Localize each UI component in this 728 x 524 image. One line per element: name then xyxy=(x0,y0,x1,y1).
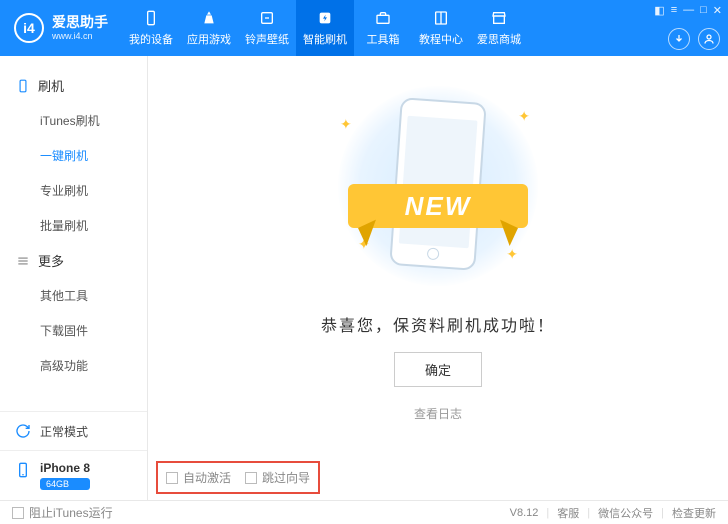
more-icon xyxy=(16,254,30,268)
wechat-link[interactable]: 微信公众号 xyxy=(598,505,653,521)
nav-my-device[interactable]: 我的设备 xyxy=(122,0,180,56)
device-pane[interactable]: iPhone 8 64GB xyxy=(0,450,147,500)
success-illustration: ✦ ✦ ✦ ✦ NEW xyxy=(328,86,548,286)
sidebar-item-batch-flash[interactable]: 批量刷机 xyxy=(0,208,147,243)
version-label: V8.12 xyxy=(510,507,539,519)
sidebar-item-other-tools[interactable]: 其他工具 xyxy=(0,278,147,313)
win-close-icon[interactable]: ✕ xyxy=(713,4,722,17)
checkbox-icon xyxy=(166,472,178,484)
mode-pane[interactable]: 正常模式 xyxy=(0,411,147,450)
device-icon xyxy=(16,79,30,93)
window-controls: ◧ ≡ — □ ✕ xyxy=(654,4,722,17)
content-area: ✦ ✦ ✦ ✦ NEW 恭喜您，保资料刷机成功啦！ 确定 查看日志 自动激活 跳… xyxy=(148,56,728,500)
brand-name: 爱思助手 xyxy=(52,14,108,31)
brand-url: www.i4.cn xyxy=(52,31,108,42)
music-icon xyxy=(258,9,276,27)
auto-activate-checkbox[interactable]: 自动激活 xyxy=(166,469,231,486)
book-icon xyxy=(432,9,450,27)
nav-tutorials[interactable]: 教程中心 xyxy=(412,0,470,56)
download-icon[interactable] xyxy=(668,28,690,50)
app-header: i4 爱思助手 www.i4.cn 我的设备 应用游戏 铃声壁纸 智能刷机 工具… xyxy=(0,0,728,56)
checkbox-icon xyxy=(245,472,257,484)
flash-options: 自动激活 跳过向导 xyxy=(156,461,320,494)
logo: i4 爱思助手 www.i4.cn xyxy=(0,13,122,43)
block-itunes-checkbox[interactable]: 阻止iTunes运行 xyxy=(12,504,113,521)
sidebar-item-oneclick-flash[interactable]: 一键刷机 xyxy=(0,138,147,173)
section-flash[interactable]: 刷机 xyxy=(0,68,147,103)
support-link[interactable]: 客服 xyxy=(557,505,579,521)
phone-icon xyxy=(142,9,160,27)
device-name: iPhone 8 xyxy=(40,461,90,475)
win-min-icon[interactable]: — xyxy=(683,4,694,17)
ribbon-new: NEW xyxy=(348,184,528,228)
user-icon[interactable] xyxy=(698,28,720,50)
status-bar: 阻止iTunes运行 V8.12 | 客服 | 微信公众号 | 检查更新 xyxy=(0,500,728,524)
sidebar-item-download-firmware[interactable]: 下载固件 xyxy=(0,313,147,348)
device-phone-icon xyxy=(14,461,32,479)
section-more[interactable]: 更多 xyxy=(0,243,147,278)
storage-badge: 64GB xyxy=(40,478,90,490)
win-skin-icon[interactable]: ◧ xyxy=(654,4,664,17)
ok-button[interactable]: 确定 xyxy=(394,352,482,387)
win-max-icon[interactable]: □ xyxy=(700,4,707,17)
store-icon xyxy=(490,9,508,27)
view-log-link[interactable]: 查看日志 xyxy=(148,405,728,422)
nav-store[interactable]: 爱思商城 xyxy=(470,0,528,56)
sidebar: 刷机 iTunes刷机 一键刷机 专业刷机 批量刷机 更多 其他工具 下载固件 … xyxy=(0,56,148,500)
logo-icon: i4 xyxy=(14,13,44,43)
mode-label: 正常模式 xyxy=(40,423,88,440)
refresh-icon xyxy=(14,422,32,440)
nav-flash[interactable]: 智能刷机 xyxy=(296,0,354,56)
win-menu-icon[interactable]: ≡ xyxy=(671,4,677,17)
apps-icon xyxy=(200,9,218,27)
update-link[interactable]: 检查更新 xyxy=(672,505,716,521)
sidebar-item-pro-flash[interactable]: 专业刷机 xyxy=(0,173,147,208)
sidebar-item-itunes-flash[interactable]: iTunes刷机 xyxy=(0,103,147,138)
sidebar-item-advanced[interactable]: 高级功能 xyxy=(0,348,147,383)
success-message: 恭喜您，保资料刷机成功啦！ xyxy=(148,312,728,336)
toolbox-icon xyxy=(374,9,392,27)
checkbox-icon xyxy=(12,507,24,519)
nav-ringtones[interactable]: 铃声壁纸 xyxy=(238,0,296,56)
nav-apps[interactable]: 应用游戏 xyxy=(180,0,238,56)
nav-toolbox[interactable]: 工具箱 xyxy=(354,0,412,56)
skip-guide-checkbox[interactable]: 跳过向导 xyxy=(245,469,310,486)
top-nav: 我的设备 应用游戏 铃声壁纸 智能刷机 工具箱 教程中心 爱思商城 xyxy=(122,0,528,56)
flash-icon xyxy=(316,9,334,27)
